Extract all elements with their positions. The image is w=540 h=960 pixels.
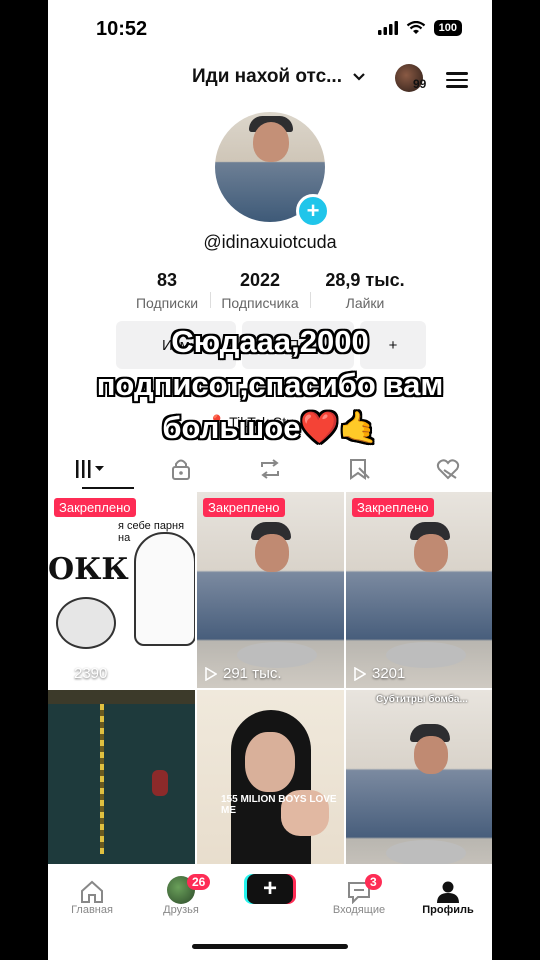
view-count-text: 3201 <box>372 665 406 682</box>
nav-profile[interactable]: Профиль <box>404 870 492 916</box>
video-thumbnail[interactable]: Закреплено 3201 <box>346 492 492 688</box>
top-bar: Иди нахой отс... 99 <box>48 58 492 102</box>
profile-username: @idinaxuiotcuda <box>203 232 337 252</box>
add-avatar-button[interactable]: + <box>296 194 330 228</box>
thumbnail-title: ОКК <box>48 552 129 587</box>
signal-icon <box>377 21 398 35</box>
tab-reposts[interactable] <box>226 448 315 490</box>
stat-followers[interactable]: 2022 Подписчика <box>210 270 310 311</box>
inbox-badge: 3 <box>365 874 382 890</box>
stat-divider <box>210 292 211 308</box>
stat-value: 2022 <box>239 270 281 290</box>
story-count-badge: 99 <box>413 77 427 91</box>
tab-saved[interactable] <box>314 448 403 490</box>
view-count: 3201 <box>354 665 405 682</box>
account-switcher[interactable]: Иди нахой отс... <box>192 66 366 88</box>
face-shape <box>414 534 448 572</box>
video-caption: Субтитры бомба... <box>376 694 468 705</box>
grid-icon <box>76 460 105 478</box>
basin-shape <box>386 840 466 866</box>
lock-icon <box>172 459 191 480</box>
stat-value: 83 <box>156 270 178 290</box>
heart-hidden-icon <box>436 459 459 480</box>
nav-create[interactable]: + <box>226 870 314 904</box>
nav-inbox[interactable]: Входящие 3 <box>315 870 403 916</box>
video-thumbnail[interactable] <box>48 690 195 886</box>
play-icon <box>56 666 68 681</box>
video-caption: 155 MILION BOYS LOVE ME <box>221 794 337 816</box>
status-time: 10:52 <box>96 18 148 40</box>
rope-shape <box>100 704 104 854</box>
face-shape <box>245 732 295 792</box>
nav-friends-label: Друзья <box>163 904 199 916</box>
repost-icon <box>260 459 279 479</box>
face-shape <box>255 534 289 572</box>
character-shape <box>152 770 168 796</box>
nav-friends[interactable]: Друзья 26 <box>137 870 225 916</box>
phone-screen: 10:52 100 Иди нахой отс... 99 + @idinaxu… <box>48 0 492 960</box>
overlay-line: большое❤️🤙 <box>162 410 378 445</box>
play-icon <box>354 666 366 681</box>
tab-liked[interactable] <box>403 448 492 490</box>
stat-label: Подписчика <box>221 295 299 311</box>
nav-inbox-label: Входящие <box>332 904 386 916</box>
wifi-icon <box>406 21 425 34</box>
pinned-badge: Закреплено <box>54 498 136 517</box>
video-thumbnail[interactable]: Закреплено 291 тыс. <box>197 492 344 688</box>
nav-home-label: Главная <box>71 904 113 916</box>
video-thumbnail[interactable]: Субтитры бомба... <box>346 690 492 886</box>
home-indicator <box>192 944 348 949</box>
profile-tabs <box>48 448 492 490</box>
avatar-face-shape <box>253 122 289 162</box>
stat-likes[interactable]: 28,9 тыс. Лайки <box>310 270 420 311</box>
overlay-caption: Сюдааа,2000 подписот,спасибо вам большое… <box>48 320 492 449</box>
overlay-line: подписот,спасибо вам <box>96 367 444 402</box>
tab-private[interactable] <box>137 448 226 490</box>
home-icon <box>81 880 103 903</box>
chevron-down-icon <box>353 73 365 81</box>
play-icon <box>205 666 217 681</box>
stat-label: Подписки <box>135 295 199 311</box>
meme-face-shape <box>56 597 116 649</box>
view-count-text: 291 тыс. <box>223 665 282 682</box>
tab-videos[interactable] <box>48 448 137 490</box>
nav-profile-label: Профиль <box>422 904 474 916</box>
stat-label: Лайки <box>345 295 385 311</box>
account-name: Иди нахой отс... <box>192 66 342 87</box>
video-thumbnail[interactable]: 155 MILION BOYS LOVE ME <box>197 690 344 886</box>
anime-girl-shape <box>134 532 195 646</box>
profile-icon <box>437 881 459 903</box>
view-count-text: 2390 <box>74 665 108 682</box>
menu-icon[interactable] <box>446 68 468 92</box>
video-caption: я себе парня на <box>118 520 185 544</box>
nav-home[interactable]: Главная <box>48 870 136 916</box>
stat-divider <box>310 292 311 308</box>
stat-following[interactable]: 83 Подписки <box>124 270 210 311</box>
bookmark-eye-icon <box>349 459 370 480</box>
view-count: 2390 <box>56 665 107 682</box>
pinned-badge: Закреплено <box>203 498 285 517</box>
stat-value: 28,9 тыс. <box>325 270 405 290</box>
video-thumbnail[interactable]: ОКК я себе парня на Закреплено 2390 <box>48 492 195 688</box>
active-tab-indicator <box>82 487 134 489</box>
overlay-line: Сюдааа,2000 <box>171 324 369 359</box>
battery-icon: 100 <box>433 20 462 36</box>
status-icons: 100 <box>377 20 462 36</box>
profile-stats: 83 Подписки 2022 Подписчика 28,9 тыс. Ла… <box>124 270 420 311</box>
pinned-badge: Закреплено <box>352 498 434 517</box>
status-bar: 10:52 100 <box>48 0 492 58</box>
friends-badge: 26 <box>187 874 211 890</box>
view-count: 291 тыс. <box>205 665 282 682</box>
game-toolbar-shape <box>48 690 195 704</box>
face-shape <box>414 736 448 774</box>
create-plus-icon: + <box>247 874 293 904</box>
